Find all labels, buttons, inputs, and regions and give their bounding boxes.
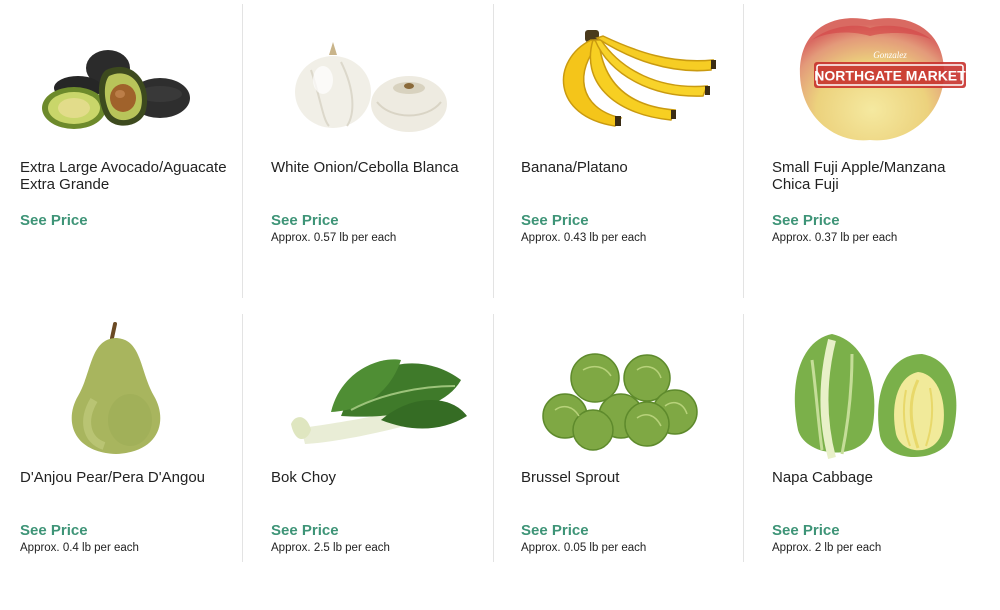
- product-card-danjou-pear[interactable]: D'Anjou Pear/Pera D'Angou See Price Appr…: [0, 310, 250, 610]
- product-name[interactable]: White Onion/Cebolla Blanca: [271, 159, 486, 177]
- see-price-link[interactable]: See Price: [271, 522, 339, 539]
- see-price-link[interactable]: See Price: [521, 212, 589, 229]
- see-price-link[interactable]: See Price: [521, 522, 589, 539]
- product-name[interactable]: D'Anjou Pear/Pera D'Angou: [20, 469, 235, 487]
- product-grid: Extra Large Avocado/Aguacate Extra Grand…: [0, 0, 1000, 562]
- product-card-bok-choy[interactable]: Bok Choy See Price Approx. 2.5 lb per ea…: [251, 310, 501, 610]
- pear-image[interactable]: [20, 320, 230, 462]
- approx-weight: Approx. 0.05 lb per each: [521, 542, 647, 554]
- bok-choy-image[interactable]: [271, 320, 481, 462]
- apple-image[interactable]: NORTHGATE MARKET Gonzalez: [772, 10, 982, 152]
- brussel-sprout-image[interactable]: [521, 320, 731, 462]
- product-name[interactable]: Brussel Sprout: [521, 469, 736, 487]
- watermark-script: Gonzalez: [873, 50, 907, 60]
- product-card-banana[interactable]: Banana/Platano See Price Approx. 0.43 lb…: [501, 0, 751, 300]
- see-price-link[interactable]: See Price: [772, 522, 840, 539]
- banana-image[interactable]: [521, 10, 731, 152]
- napa-cabbage-image[interactable]: [772, 320, 982, 462]
- see-price-link[interactable]: See Price: [271, 212, 339, 229]
- approx-weight: Approx. 2 lb per each: [772, 542, 882, 554]
- avocado-image[interactable]: [20, 10, 230, 152]
- product-name[interactable]: Bok Choy: [271, 469, 486, 487]
- product-name[interactable]: Banana/Platano: [521, 159, 736, 177]
- see-price-link[interactable]: See Price: [772, 212, 840, 229]
- product-name[interactable]: Small Fuji Apple/Manzana Chica Fuji: [772, 159, 987, 193]
- product-name[interactable]: Napa Cabbage: [772, 469, 987, 487]
- approx-weight: Approx. 0.4 lb per each: [20, 542, 139, 554]
- see-price-link[interactable]: See Price: [20, 212, 88, 229]
- approx-weight: Approx. 0.37 lb per each: [772, 232, 898, 244]
- approx-weight: Approx. 0.57 lb per each: [271, 232, 397, 244]
- product-card-avocado[interactable]: Extra Large Avocado/Aguacate Extra Grand…: [0, 0, 250, 300]
- see-price-link[interactable]: See Price: [20, 522, 88, 539]
- product-card-white-onion[interactable]: White Onion/Cebolla Blanca See Price App…: [251, 0, 501, 300]
- product-card-napa-cabbage[interactable]: Napa Cabbage See Price Approx. 2 lb per …: [752, 310, 1000, 610]
- product-name[interactable]: Extra Large Avocado/Aguacate Extra Grand…: [20, 159, 235, 193]
- onion-image[interactable]: [271, 10, 481, 152]
- approx-weight: Approx. 0.43 lb per each: [521, 232, 647, 244]
- product-card-brussel-sprout[interactable]: Brussel Sprout See Price Approx. 0.05 lb…: [501, 310, 751, 610]
- approx-weight: Approx. 2.5 lb per each: [271, 542, 390, 554]
- watermark-text: NORTHGATE MARKET: [814, 68, 966, 84]
- product-card-fuji-apple[interactable]: NORTHGATE MARKET Gonzalez Small Fuji App…: [752, 0, 1000, 300]
